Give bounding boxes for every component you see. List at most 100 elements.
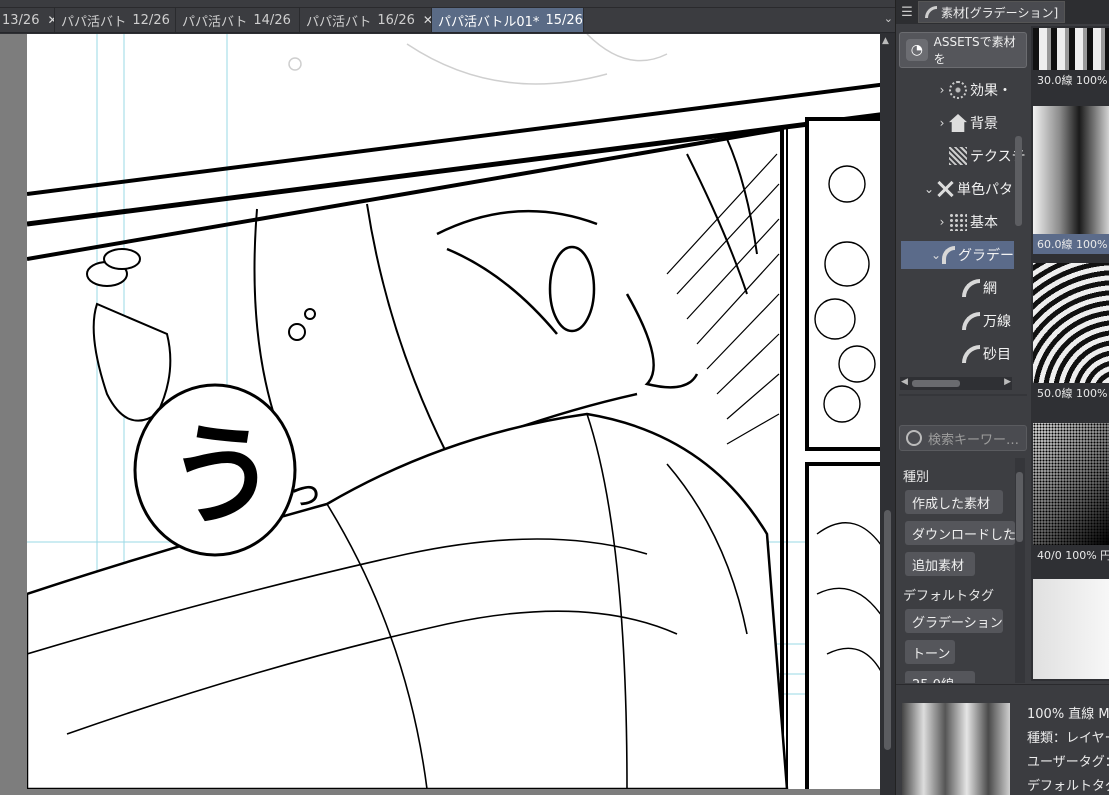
chevron-down-icon[interactable]: ⌄ [884,12,893,25]
panel-tab-label: 素材[グラデーション] [941,5,1059,20]
tree-item-sand[interactable]: 砂目 [961,340,1021,368]
tag-list: 種別 作成した素材 ダウンロードした素 追加素材 デフォルトタグ グラデーション… [896,458,1029,683]
tree-item-label: 万線 [983,314,1011,330]
material-thumbnail[interactable]: 40/0 100% 円 [1033,423,1109,565]
gradation-icon [925,6,937,18]
scrollbar-thumb[interactable] [1016,472,1023,542]
tree-vertical-scrollbar[interactable] [1014,76,1024,376]
scroll-right-icon[interactable]: ▶ [1004,377,1011,387]
material-preview [1033,579,1109,679]
tree-item-texture[interactable]: テクスチ [936,142,1026,170]
gradation-icon [942,246,955,264]
top-toolbar [0,0,895,8]
tag-downloaded-material[interactable]: ダウンロードした素 [905,521,1015,545]
tree-item-gradation[interactable]: ⌄ グラデー [901,241,1014,269]
tree-item-label: 基本 [970,215,998,231]
search-placeholder: 検索キーワー… [928,432,1020,448]
info-user-tag: ユーザータグ：単色 [1027,755,1109,770]
chevron-down-icon[interactable]: ⌄ [923,182,935,196]
tree-horizontal-scrollbar[interactable]: ◀ ▶ [900,377,1012,390]
document-tab-3[interactable]: パパ活バト 14/26 [176,8,300,32]
material-label: 30.0線 100% [1037,74,1108,87]
scrollbar-thumb[interactable] [912,380,960,387]
info-name: 100% 直線 M [1027,707,1109,722]
sparkle-icon [949,81,967,99]
tree-item-background[interactable]: › 背景 [936,109,1026,137]
info-type: 種類：レイヤー [1027,731,1109,746]
tree-item-parallel-lines[interactable]: 万線 [961,307,1021,335]
tree-item-label: 効果・ [970,83,1012,99]
material-thumbnail-selected[interactable]: 60.0線 100% [1033,106,1109,254]
canvas-area[interactable]: う っ [0,34,880,795]
scroll-left-icon[interactable]: ◀ [901,377,908,387]
tree-item-label: 単色パタ [957,182,1013,198]
document-tab-4[interactable]: パパ活バト 16/26 ✕ [300,8,432,32]
chevron-down-icon[interactable]: ⌄ [931,248,941,262]
chevron-right-icon[interactable]: › [936,83,948,97]
tag-list-scrollbar[interactable] [1015,458,1025,683]
comic-sound-effect-small: っ [287,472,323,513]
search-icon [906,430,922,446]
chevron-right-icon[interactable]: › [936,116,948,130]
tree-item-label: 砂目 [983,347,1011,363]
material-label: 40/0 100% 円 [1037,549,1109,562]
background-icon [949,114,967,132]
material-thumbnail[interactable]: 50.0線 100% [1033,263,1109,403]
tab-title: パパ活バト [182,14,248,30]
tree-item-label: 網 [983,281,997,297]
gradation-icon [962,312,980,330]
gradation-icon [962,279,980,297]
material-thumbnail[interactable] [1033,579,1109,679]
tag-header-default: デフォルトタグ [903,589,995,604]
material-panel: ☰ 素材[グラデーション] ◔ ASSETSで素材を › 効果・ › 背景 テク… [895,0,1109,795]
document-tab-2[interactable]: パパ活バト 12/26 ✕ [55,8,176,32]
tab-title: パパ活バトル01* [438,14,540,30]
monochrome-pattern-icon [936,180,954,198]
document-tab-active[interactable]: パパ活バトル01* 15/26 [432,8,584,32]
basic-icon [949,213,967,231]
tab-page-count: 12/26 [132,12,170,28]
tree-item-label: 背景 [970,116,998,132]
menu-icon[interactable]: ☰ [896,5,918,20]
assets-button[interactable]: ◔ ASSETSで素材を [899,32,1027,68]
document-tab-1[interactable]: 13/26 ✕ [0,8,55,32]
tab-title: パパ活バト [306,14,372,30]
tree-item-basic[interactable]: › 基本 [936,208,1026,236]
scrollbar-thumb[interactable] [1015,136,1022,226]
tag-additional-material[interactable]: 追加素材 [905,552,975,576]
tag-created-material[interactable]: 作成した素材 [905,490,1003,514]
search-input[interactable]: 検索キーワー… [899,425,1027,451]
comic-sound-effect: う [167,412,277,540]
material-label: 50.0線 100% [1037,387,1108,400]
tag-line-count[interactable]: 25.0線 [905,671,975,683]
material-preview [1033,28,1109,70]
tag-gradation[interactable]: グラデーション [905,609,1003,633]
tree-item-mesh[interactable]: 網 [961,274,1021,302]
tree-item-effects[interactable]: › 効果・ [936,76,1026,104]
info-default-tag: デフォルトタグ：グラ [1027,779,1109,794]
manga-artwork: う っ [27,34,880,789]
document-tab-bar: 13/26 ✕ パパ活バト 12/26 ✕ パパ活バト 14/26 パパ活バト … [0,8,895,33]
scroll-up-icon[interactable]: ▲ [882,36,889,46]
material-info: 100% 直線 M 種類：レイヤー ユーザータグ：単色 デフォルトタグ：グラ [896,684,1109,795]
chevron-right-icon[interactable]: › [936,215,948,229]
tab-page-count: 14/26 [253,12,291,28]
close-icon[interactable]: ✕ [47,13,54,27]
tab-title: パパ活バト [61,14,127,30]
material-tree: ◔ ASSETSで素材を › 効果・ › 背景 テクスチ ⌄ 単色パタ › 基本… [896,26,1029,396]
tab-page-count: 16/26 [377,12,415,28]
tree-item-monochrome-pattern[interactable]: ⌄ 単色パタ [923,175,1023,203]
material-thumbnail[interactable]: 30.0線 100% [1033,28,1109,90]
texture-icon [949,147,967,165]
material-thumbnail-list: 30.0線 100% 60.0線 100% 50.0線 100% 40/0 10… [1031,26,1109,681]
tree-item-label: グラデー [958,248,1014,264]
manga-page-canvas[interactable]: う っ [27,34,880,789]
tree-toolbar [899,394,1027,396]
material-preview [1033,263,1109,383]
canvas-vertical-scrollbar[interactable]: ▲ [880,34,895,795]
tag-tone[interactable]: トーン [905,640,955,664]
material-preview [1033,106,1109,234]
close-icon[interactable]: ✕ [423,13,431,27]
scrollbar-thumb[interactable] [884,510,891,750]
panel-tab-material[interactable]: 素材[グラデーション] [918,1,1066,23]
